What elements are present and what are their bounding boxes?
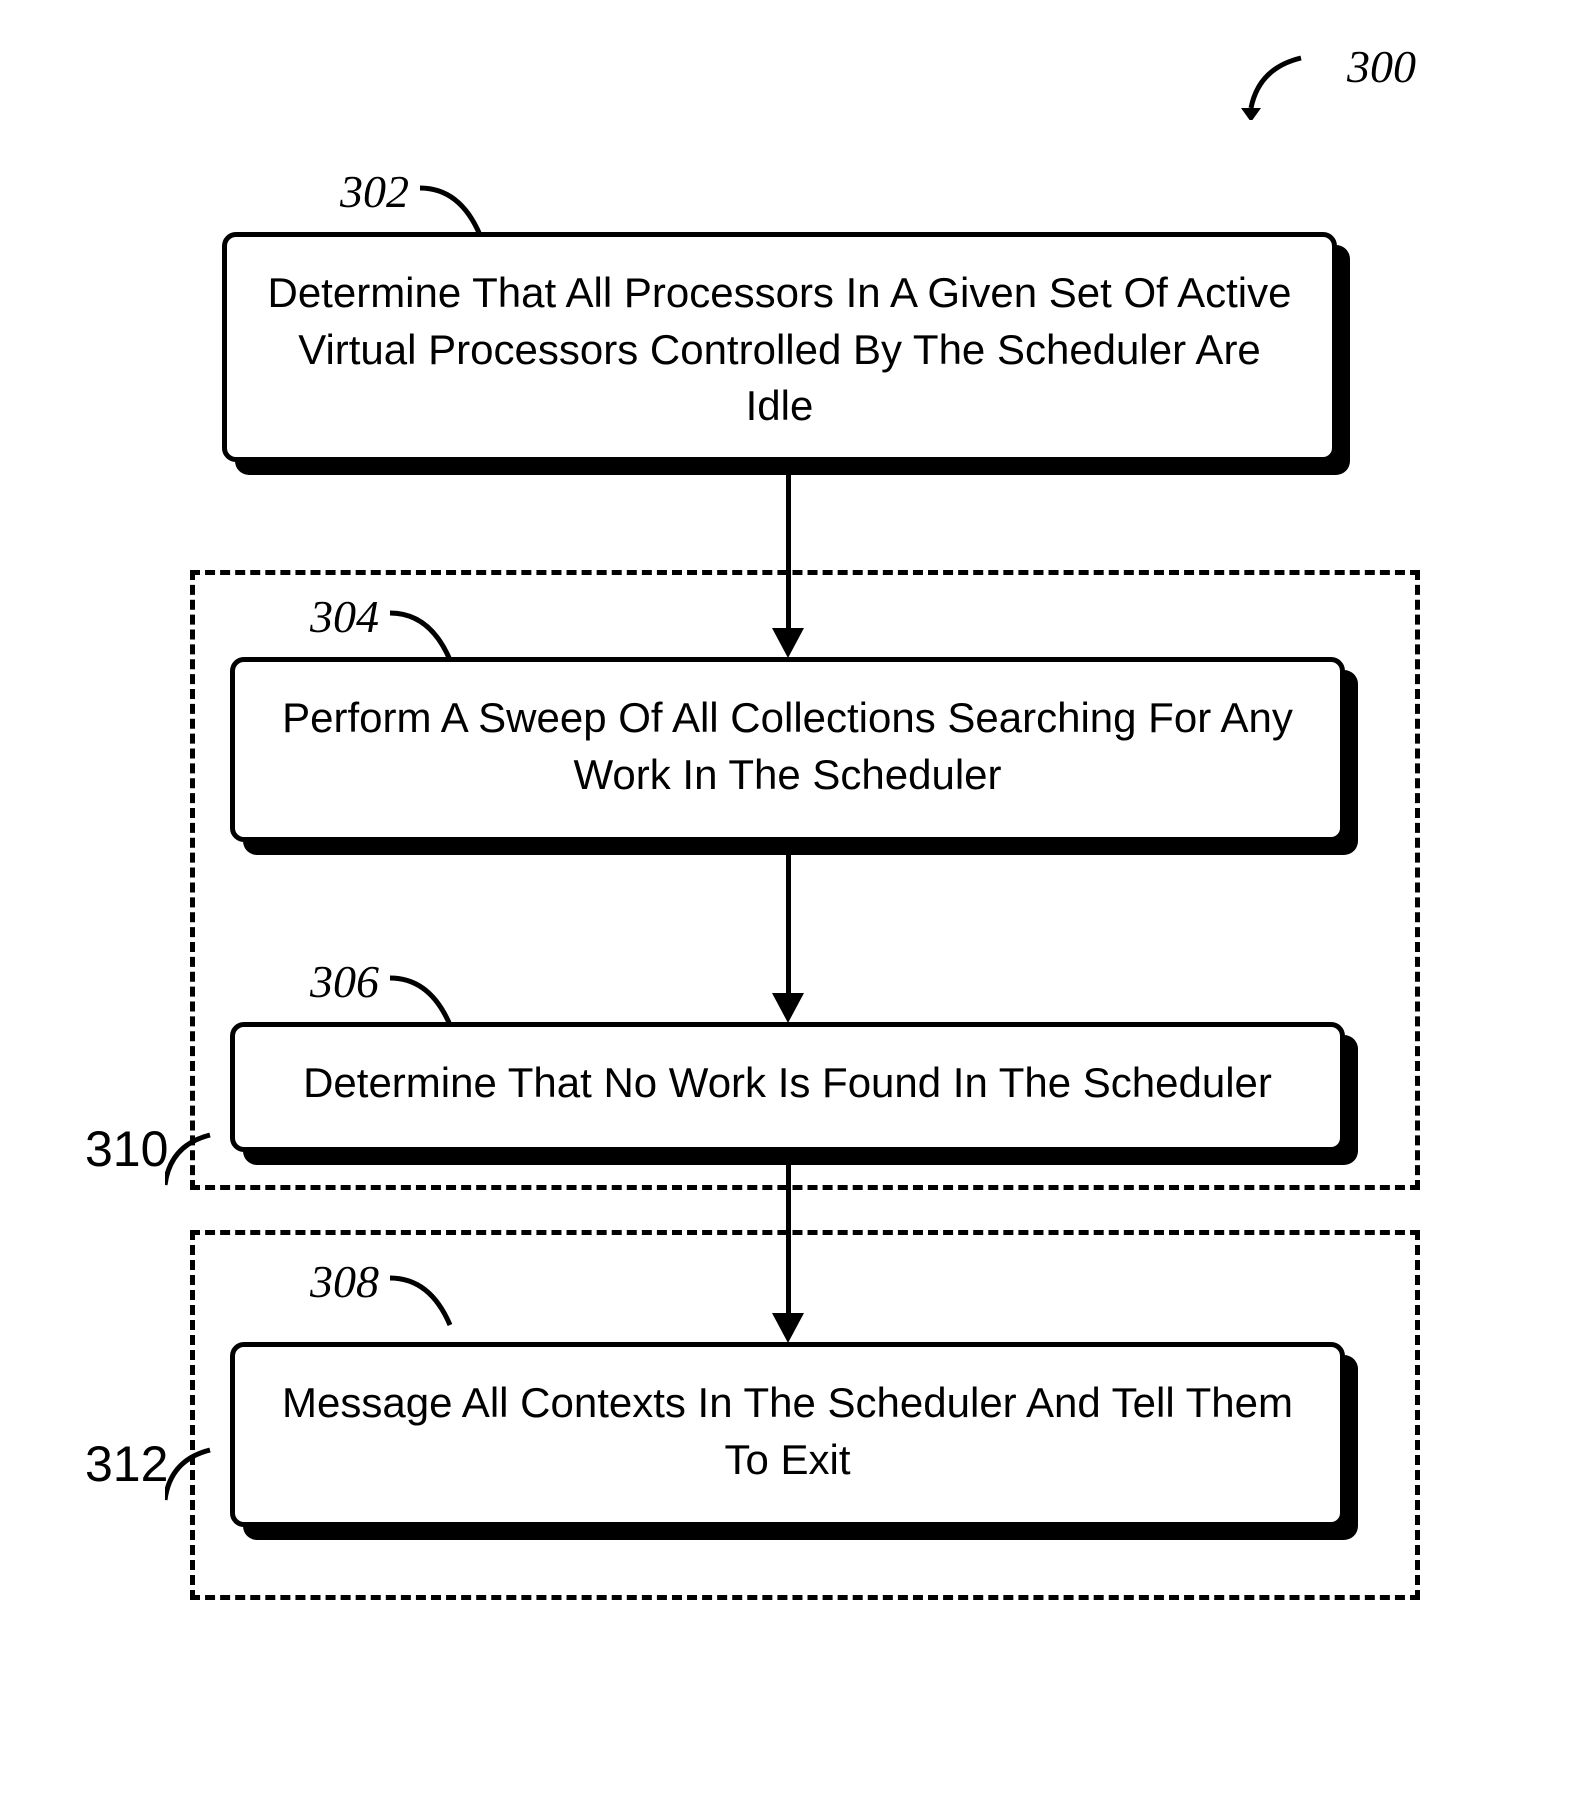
arrow-304-306 <box>772 855 804 1023</box>
block-306-text: Determine That No Work Is Found In The S… <box>303 1059 1272 1106</box>
leader-306 <box>390 970 460 1030</box>
ref-label-302: 302 <box>340 165 409 218</box>
ref-label-310: 310 <box>85 1120 168 1178</box>
leader-312 <box>165 1445 215 1505</box>
figure-ref-arc <box>1241 50 1311 120</box>
ref-label-308: 308 <box>310 1255 379 1308</box>
block-304-text: Perform A Sweep Of All Collections Searc… <box>282 694 1293 798</box>
leader-304 <box>390 605 460 665</box>
leader-310 <box>165 1130 215 1190</box>
block-302-text: Determine That All Processors In A Given… <box>267 269 1291 429</box>
block-306: Determine That No Work Is Found In The S… <box>230 1022 1345 1152</box>
ref-label-306: 306 <box>310 955 379 1008</box>
block-302: Determine That All Processors In A Given… <box>222 232 1337 462</box>
ref-label-304: 304 <box>310 590 379 643</box>
leader-302 <box>420 180 490 240</box>
block-308: Message All Contexts In The Scheduler An… <box>230 1342 1345 1527</box>
leader-308 <box>390 1270 460 1330</box>
figure-ref-300: 300 <box>1347 40 1416 93</box>
ref-label-312: 312 <box>85 1435 168 1493</box>
block-304: Perform A Sweep Of All Collections Searc… <box>230 657 1345 842</box>
block-308-text: Message All Contexts In The Scheduler An… <box>282 1379 1293 1483</box>
